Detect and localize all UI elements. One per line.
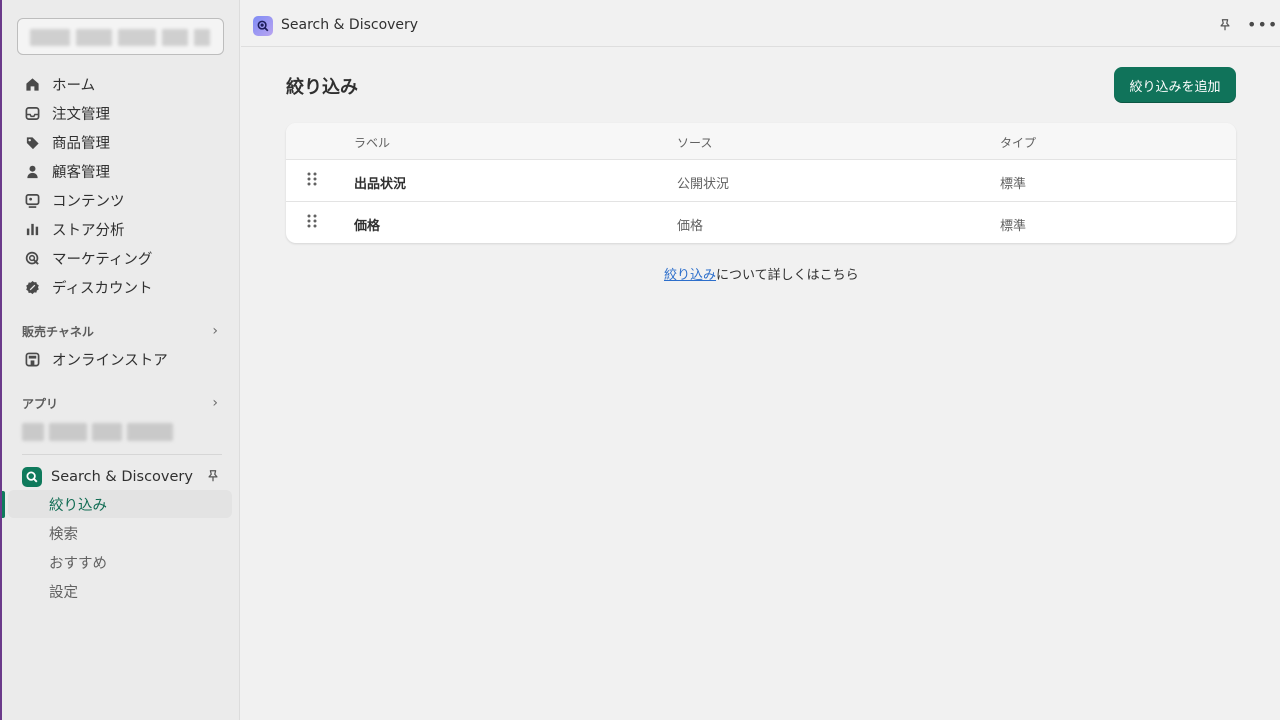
app-title: Search & Discovery [281, 17, 419, 33]
section-label: 販売チャネル [22, 324, 94, 339]
target-icon [24, 251, 40, 267]
table-header: ラベル ソース タイプ [286, 123, 1236, 160]
content-icon [24, 193, 40, 209]
sidebar: ホーム 注文管理 商品管理 顧客管理 コンテンツ ストア分析 マーケティング デ… [2, 0, 240, 720]
sidebar-item-label: マーケティング [52, 252, 153, 268]
sidebar-item-products[interactable]: 商品管理 [16, 128, 232, 157]
discount-icon [24, 280, 40, 296]
main-nav: ホーム 注文管理 商品管理 顧客管理 コンテンツ ストア分析 マーケティング デ… [16, 70, 232, 302]
app-window: ホーム 注文管理 商品管理 顧客管理 コンテンツ ストア分析 マーケティング デ… [0, 0, 1280, 720]
chevron-right-icon: › [212, 395, 218, 411]
learn-more-link[interactable]: 絞り込み [664, 268, 716, 283]
sidebar-subitem-settings[interactable]: 設定 [8, 577, 232, 605]
sidebar-subitem-label: 絞り込み [49, 497, 107, 514]
sidebar-item-home[interactable]: ホーム [16, 70, 232, 99]
apps-header[interactable]: アプリ › [22, 393, 218, 413]
home-icon [24, 77, 40, 93]
more-actions-icon[interactable]: ••• [1247, 15, 1278, 34]
sidebar-item-label: ストア分析 [52, 223, 125, 239]
row-type: 標準 [1000, 219, 1027, 234]
sidebar-item-discounts[interactable]: ディスカウント [16, 273, 232, 302]
learn-more-text: 絞り込みについて詳しくはこちら [664, 264, 859, 283]
learn-more-suffix: について詳しくはこちら [716, 268, 859, 283]
sidebar-item-label: 顧客管理 [52, 165, 110, 181]
row-label: 出品状況 [354, 177, 407, 192]
drag-handle-icon[interactable] [306, 213, 318, 229]
add-filter-button[interactable]: 絞り込みを追加 [1114, 67, 1236, 103]
sidebar-item-search-discovery[interactable]: Search & Discovery [16, 464, 232, 490]
bar-chart-icon [24, 222, 40, 238]
sidebar-item-online-store[interactable]: オンラインストア [16, 345, 232, 374]
sidebar-item-orders[interactable]: 注文管理 [16, 99, 232, 128]
sidebar-item-app-redacted[interactable] [22, 423, 173, 441]
sidebar-item-marketing[interactable]: マーケティング [16, 244, 232, 273]
sidebar-subitem-label: おすすめ [49, 555, 107, 572]
section-label: アプリ [22, 396, 59, 411]
sidebar-item-label: ディスカウント [52, 281, 153, 297]
row-label: 価格 [354, 219, 381, 234]
sidebar-subitem-label: 検索 [49, 526, 78, 543]
sidebar-item-label: ホーム [52, 78, 96, 94]
sidebar-item-label: 注文管理 [52, 107, 110, 123]
row-source: 価格 [677, 219, 704, 234]
sidebar-item-customers[interactable]: 顧客管理 [16, 157, 232, 186]
filters-table: ラベル ソース タイプ 出品状況 公開状況 標準 価格 価格 標準 [286, 123, 1236, 243]
tag-icon [24, 135, 40, 151]
sidebar-item-analytics[interactable]: ストア分析 [16, 215, 232, 244]
column-header-label: ラベル [354, 136, 391, 150]
pin-icon[interactable] [206, 469, 220, 487]
sidebar-divider [22, 454, 222, 455]
sidebar-subitem-label: 設定 [49, 584, 78, 601]
sidebar-item-content[interactable]: コンテンツ [16, 186, 232, 215]
store-switcher[interactable] [17, 18, 224, 55]
column-header-type: タイプ [1000, 136, 1037, 150]
app-topbar: Search & Discovery ••• [241, 4, 1280, 47]
sidebar-app-label: Search & Discovery [51, 469, 193, 485]
sales-channels-header[interactable]: 販売チャネル › [22, 321, 218, 341]
active-indicator [2, 491, 5, 518]
table-row[interactable]: 出品状況 公開状況 標準 [286, 160, 1236, 202]
drag-handle-icon[interactable] [306, 171, 318, 187]
sidebar-subitem-search[interactable]: 検索 [8, 519, 232, 547]
store-name-redacted [30, 29, 210, 46]
inbox-icon [24, 106, 40, 122]
column-header-source: ソース [677, 136, 713, 150]
sidebar-subitem-filters[interactable]: 絞り込み [8, 490, 232, 518]
person-icon [24, 164, 40, 180]
search-discovery-logo-icon [22, 467, 42, 487]
sidebar-subitem-recommendations[interactable]: おすすめ [8, 548, 232, 576]
row-source: 公開状況 [677, 177, 730, 192]
sidebar-item-label: コンテンツ [52, 194, 125, 210]
page-title: 絞り込み [286, 77, 358, 98]
store-icon [24, 352, 40, 368]
chevron-right-icon: › [212, 323, 218, 339]
sidebar-item-label: 商品管理 [52, 136, 110, 152]
table-row[interactable]: 価格 価格 標準 [286, 202, 1236, 243]
pin-icon[interactable] [1218, 17, 1232, 36]
row-type: 標準 [1000, 177, 1027, 192]
sidebar-item-label: オンラインストア [52, 353, 168, 369]
search-discovery-app-icon [253, 16, 273, 36]
